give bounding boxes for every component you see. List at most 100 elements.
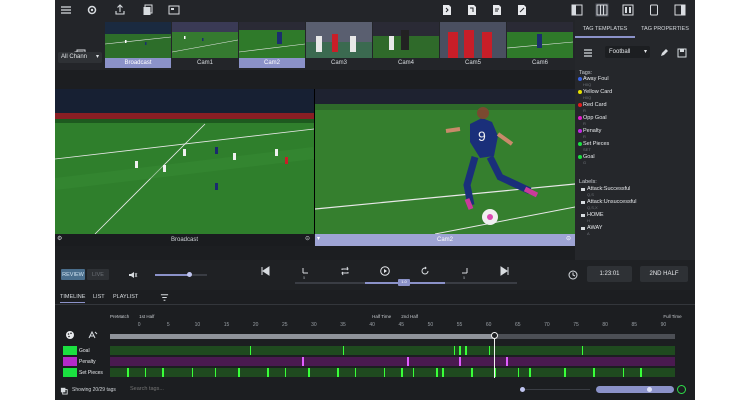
zoom-knob[interactable] <box>520 387 525 392</box>
tag-mark[interactable] <box>488 346 491 355</box>
doc1-icon[interactable] <box>440 3 454 17</box>
menu-icon[interactable] <box>59 3 73 17</box>
play-icon[interactable] <box>379 265 391 277</box>
tag-set-pieces[interactable]: Set Pieces SET <box>578 141 609 152</box>
track-row[interactable] <box>110 346 675 355</box>
panel-right-icon[interactable] <box>673 3 687 17</box>
tag-mark[interactable] <box>622 368 625 377</box>
zoom-slider-track[interactable] <box>520 387 590 392</box>
tag-red-card[interactable]: Red Card R <box>578 102 607 113</box>
tab-tag-properties[interactable]: TAG PROPERTIES <box>635 20 695 38</box>
link-icon[interactable]: ⊝ <box>566 235 571 242</box>
palette-icon[interactable] <box>65 330 75 342</box>
tag-mark[interactable] <box>506 357 508 366</box>
thumb-broadcast[interactable]: Broadcast <box>105 22 171 68</box>
tag-mark[interactable] <box>640 368 642 377</box>
tag-mark[interactable] <box>162 368 164 377</box>
speed-rate[interactable]: 1.0 <box>398 279 410 286</box>
tag-opp-goal[interactable]: Opp Goal R <box>578 115 607 126</box>
label-attack-unsuccessful[interactable]: Attack:Unsuccessful Q,S,X <box>581 199 637 210</box>
panel-grid-icon[interactable] <box>595 3 609 17</box>
settings-gear-icon[interactable]: ⚙ <box>57 235 62 242</box>
label-attack-successful[interactable]: Attack:Successful Q,S <box>581 186 630 197</box>
cam2-video[interactable]: 9 <box>315 89 575 234</box>
tag-yellow-card[interactable]: Yellow Card H0Q <box>578 89 612 100</box>
panel-three-icon[interactable] <box>621 3 635 17</box>
thumb-cam5[interactable]: Cam5 <box>440 22 506 68</box>
tag-mark[interactable] <box>436 368 438 377</box>
volume-icon[interactable] <box>127 269 139 281</box>
tag-penalty[interactable]: Penalty R <box>578 128 601 139</box>
label-away[interactable]: AWAY A <box>581 225 602 236</box>
doc2-icon[interactable] <box>465 3 479 17</box>
track-label[interactable]: Penalty <box>63 357 96 366</box>
live-button[interactable]: LIVE <box>87 269 109 280</box>
tag-mark[interactable] <box>302 357 304 366</box>
thumb-cam3[interactable]: Cam3 <box>306 22 372 68</box>
tag-mark[interactable] <box>342 346 345 355</box>
tab-tag-templates[interactable]: TAG TEMPLATES <box>575 20 635 38</box>
tag-mark[interactable] <box>337 368 339 377</box>
channel-dropdown[interactable]: All Chann ▾ <box>58 52 102 63</box>
share-icon[interactable] <box>113 3 127 17</box>
track-row[interactable] <box>110 368 675 377</box>
doc3-icon[interactable] <box>490 3 504 17</box>
list-menu-icon[interactable] <box>583 48 593 60</box>
zoom-range-handle[interactable] <box>647 387 652 392</box>
tag-mark[interactable] <box>267 368 269 377</box>
track-label[interactable]: Goal <box>63 346 90 355</box>
track-row[interactable] <box>110 357 675 366</box>
thumb-cam1[interactable]: Cam1 <box>172 22 238 68</box>
tag-mark[interactable] <box>459 357 461 366</box>
playhead-knob[interactable] <box>490 332 498 339</box>
tag-mark[interactable] <box>127 368 129 377</box>
tab-list[interactable]: LIST <box>93 294 105 300</box>
tag-mark[interactable] <box>284 368 287 377</box>
volume-slider[interactable] <box>155 272 207 277</box>
thumb-cam6[interactable]: Cam6 <box>507 22 573 68</box>
half-button[interactable]: 2ND HALF <box>640 266 688 282</box>
rewind-5-icon[interactable] <box>419 265 431 277</box>
tag-mark[interactable] <box>564 368 566 377</box>
tab-playlist[interactable]: PLAYLIST <box>113 294 138 300</box>
tag-mark[interactable] <box>383 368 386 377</box>
tag-mark[interactable] <box>453 346 456 355</box>
thumb-cam2[interactable]: Cam2 <box>239 22 305 68</box>
clock-readout[interactable]: 1:23:01 <box>587 266 632 282</box>
tag-mark[interactable] <box>354 368 357 377</box>
loop-icon[interactable] <box>339 265 351 277</box>
save-template-icon[interactable] <box>677 48 687 60</box>
filter-icon[interactable] <box>160 293 169 304</box>
tag-mark[interactable] <box>238 368 240 377</box>
timeline-scrubber[interactable] <box>110 334 675 339</box>
tag-mark[interactable] <box>214 368 217 377</box>
skip-back-icon[interactable] <box>259 265 271 277</box>
tag-mark[interactable] <box>407 357 409 366</box>
thumb-cam4[interactable]: Cam4 <box>373 22 439 68</box>
tab-timeline[interactable]: TIMELINE <box>60 294 86 303</box>
tag-mark[interactable] <box>191 368 194 377</box>
tag-mark[interactable] <box>412 368 415 377</box>
tag-mark[interactable] <box>249 346 252 355</box>
tag-mark[interactable] <box>465 346 467 355</box>
broadcast-video[interactable] <box>55 89 314 234</box>
tag-mark[interactable] <box>529 368 531 377</box>
track-label[interactable]: Set Pieces <box>63 368 103 377</box>
tag-away-foul[interactable]: Away Foul H0Q <box>578 76 609 87</box>
tag-mark[interactable] <box>581 346 584 355</box>
gear-icon[interactable] <box>85 3 99 17</box>
screen-icon[interactable] <box>167 3 181 17</box>
tag-goal[interactable]: Goal G <box>578 154 595 165</box>
tag-mark[interactable] <box>593 368 595 377</box>
chevron-down-icon[interactable]: ▾ <box>317 235 320 242</box>
label-home[interactable]: HOME H <box>581 212 604 223</box>
link-icon[interactable]: ⊝ <box>305 235 310 242</box>
zoom-range-bar[interactable] <box>596 386 674 393</box>
speed-slider[interactable]: 1.0 <box>295 279 517 286</box>
tag-mark[interactable] <box>308 368 310 377</box>
tag-search-input[interactable] <box>130 384 330 394</box>
doc4-icon[interactable] <box>515 3 529 17</box>
sport-select[interactable]: Football ▾ <box>605 46 650 58</box>
tag-mark[interactable] <box>459 346 461 355</box>
tag-mark[interactable] <box>401 368 403 377</box>
